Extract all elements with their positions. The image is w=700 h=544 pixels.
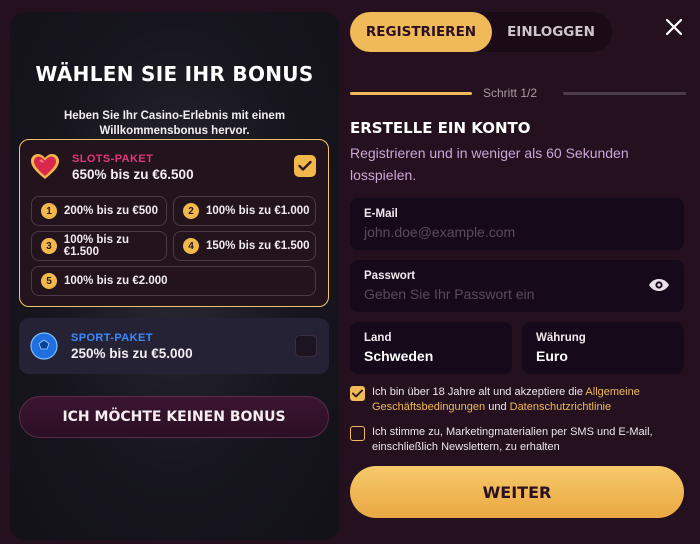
option-label: 100% bis zu €1.500: [63, 234, 129, 258]
check-icon: [352, 389, 363, 398]
sport-package-name: SPORT-PAKET: [71, 331, 153, 344]
password-label: Passwort: [364, 270, 416, 282]
soccer-ball-icon: [29, 331, 59, 361]
bonus-panel: WÄHLEN SIE IHR BONUS Heben Sie Ihr Casin…: [10, 12, 339, 540]
country-select[interactable]: Land Schweden: [350, 322, 512, 374]
step-progress: Schritt 1/2: [350, 86, 686, 102]
tab-login[interactable]: EINLOGGEN: [492, 12, 610, 52]
marketing-row: Ich stimme zu, Marketingmaterialien per …: [350, 425, 680, 455]
slots-option-4[interactable]: 4 150% bis zu €1.500: [173, 231, 316, 261]
terms-middle: und: [485, 401, 510, 413]
option-label: 200% bis zu €500: [64, 205, 158, 217]
country-value: Schweden: [364, 348, 434, 364]
sport-package-card[interactable]: SPORT-PAKET 250% bis zu €5.000: [19, 318, 329, 374]
slots-package-name: SLOTS-PAKET: [72, 152, 154, 165]
next-button[interactable]: WEITER: [350, 466, 684, 518]
bonus-title: WÄHLEN SIE IHR BONUS: [35, 62, 314, 86]
option-number-badge: 2: [183, 203, 199, 219]
step-label: Schritt 1/2: [483, 86, 538, 100]
terms-row: Ich bin über 18 Jahre alt und akzeptiere…: [350, 385, 680, 415]
option-label: 100% bis zu €2.000: [64, 275, 168, 287]
slots-package-amount: 650% bis zu €6.500: [72, 166, 194, 182]
terms-checkbox[interactable]: [350, 386, 365, 401]
terms-prefix: Ich bin über 18 Jahre alt und akzeptiere…: [372, 386, 586, 398]
sport-package-checkbox[interactable]: [295, 335, 317, 357]
sport-package-amount: 250% bis zu €5.000: [71, 345, 193, 361]
password-input[interactable]: Geben Sie Ihr Passwort ein: [364, 286, 534, 302]
option-label: 100% bis zu €1.000: [206, 205, 310, 217]
auth-tabs: REGISTRIEREN EINLOGGEN: [350, 12, 612, 52]
email-field[interactable]: E-Mail john.doe@example.com: [350, 198, 684, 250]
marketing-checkbox[interactable]: [350, 426, 365, 441]
email-label: E-Mail: [364, 208, 398, 220]
close-icon[interactable]: [663, 16, 685, 38]
option-number-badge: 3: [41, 238, 57, 254]
slots-option-3[interactable]: 3 100% bis zu €1.500: [31, 231, 167, 261]
slots-option-5[interactable]: 5 100% bis zu €2.000: [31, 266, 316, 296]
currency-value: Euro: [536, 348, 568, 364]
check-icon: [298, 160, 312, 171]
email-input[interactable]: john.doe@example.com: [364, 224, 515, 240]
slots-package-card[interactable]: SLOTS-PAKET 650% bis zu €6.500 1 200% bi…: [19, 139, 329, 307]
password-field[interactable]: Passwort Geben Sie Ihr Passwort ein: [350, 260, 684, 312]
marketing-text: Ich stimme zu, Marketingmaterialien per …: [372, 426, 653, 453]
form-title: ERSTELLE EIN KONTO: [350, 119, 531, 137]
tab-register[interactable]: REGISTRIEREN: [350, 12, 492, 52]
step-bar-remaining: [563, 92, 686, 95]
form-subtitle: Registrieren und in weniger als 60 Sekun…: [350, 145, 629, 183]
no-bonus-button[interactable]: ICH MÖCHTE KEINEN BONUS: [19, 396, 329, 438]
slots-option-1[interactable]: 1 200% bis zu €500: [31, 196, 167, 226]
bonus-subtitle: Heben Sie Ihr Casino-Erlebnis mit einem …: [63, 110, 286, 137]
option-number-badge: 5: [41, 273, 57, 289]
option-number-badge: 4: [183, 238, 199, 254]
currency-label: Währung: [536, 332, 586, 344]
country-label: Land: [364, 332, 392, 344]
option-label: 150% bis zu €1.500: [206, 240, 310, 252]
slots-option-2[interactable]: 2 100% bis zu €1.000: [173, 196, 316, 226]
heart-gem-icon: [30, 152, 60, 182]
option-number-badge: 1: [41, 203, 57, 219]
step-bar-completed: [350, 92, 472, 95]
currency-select[interactable]: Währung Euro: [522, 322, 684, 374]
privacy-link[interactable]: Datenschutzrichtlinie: [510, 401, 612, 413]
terms-text: Ich bin über 18 Jahre alt und akzeptiere…: [372, 385, 680, 415]
slots-package-checkbox[interactable]: [294, 155, 316, 177]
eye-icon[interactable]: [648, 278, 670, 292]
